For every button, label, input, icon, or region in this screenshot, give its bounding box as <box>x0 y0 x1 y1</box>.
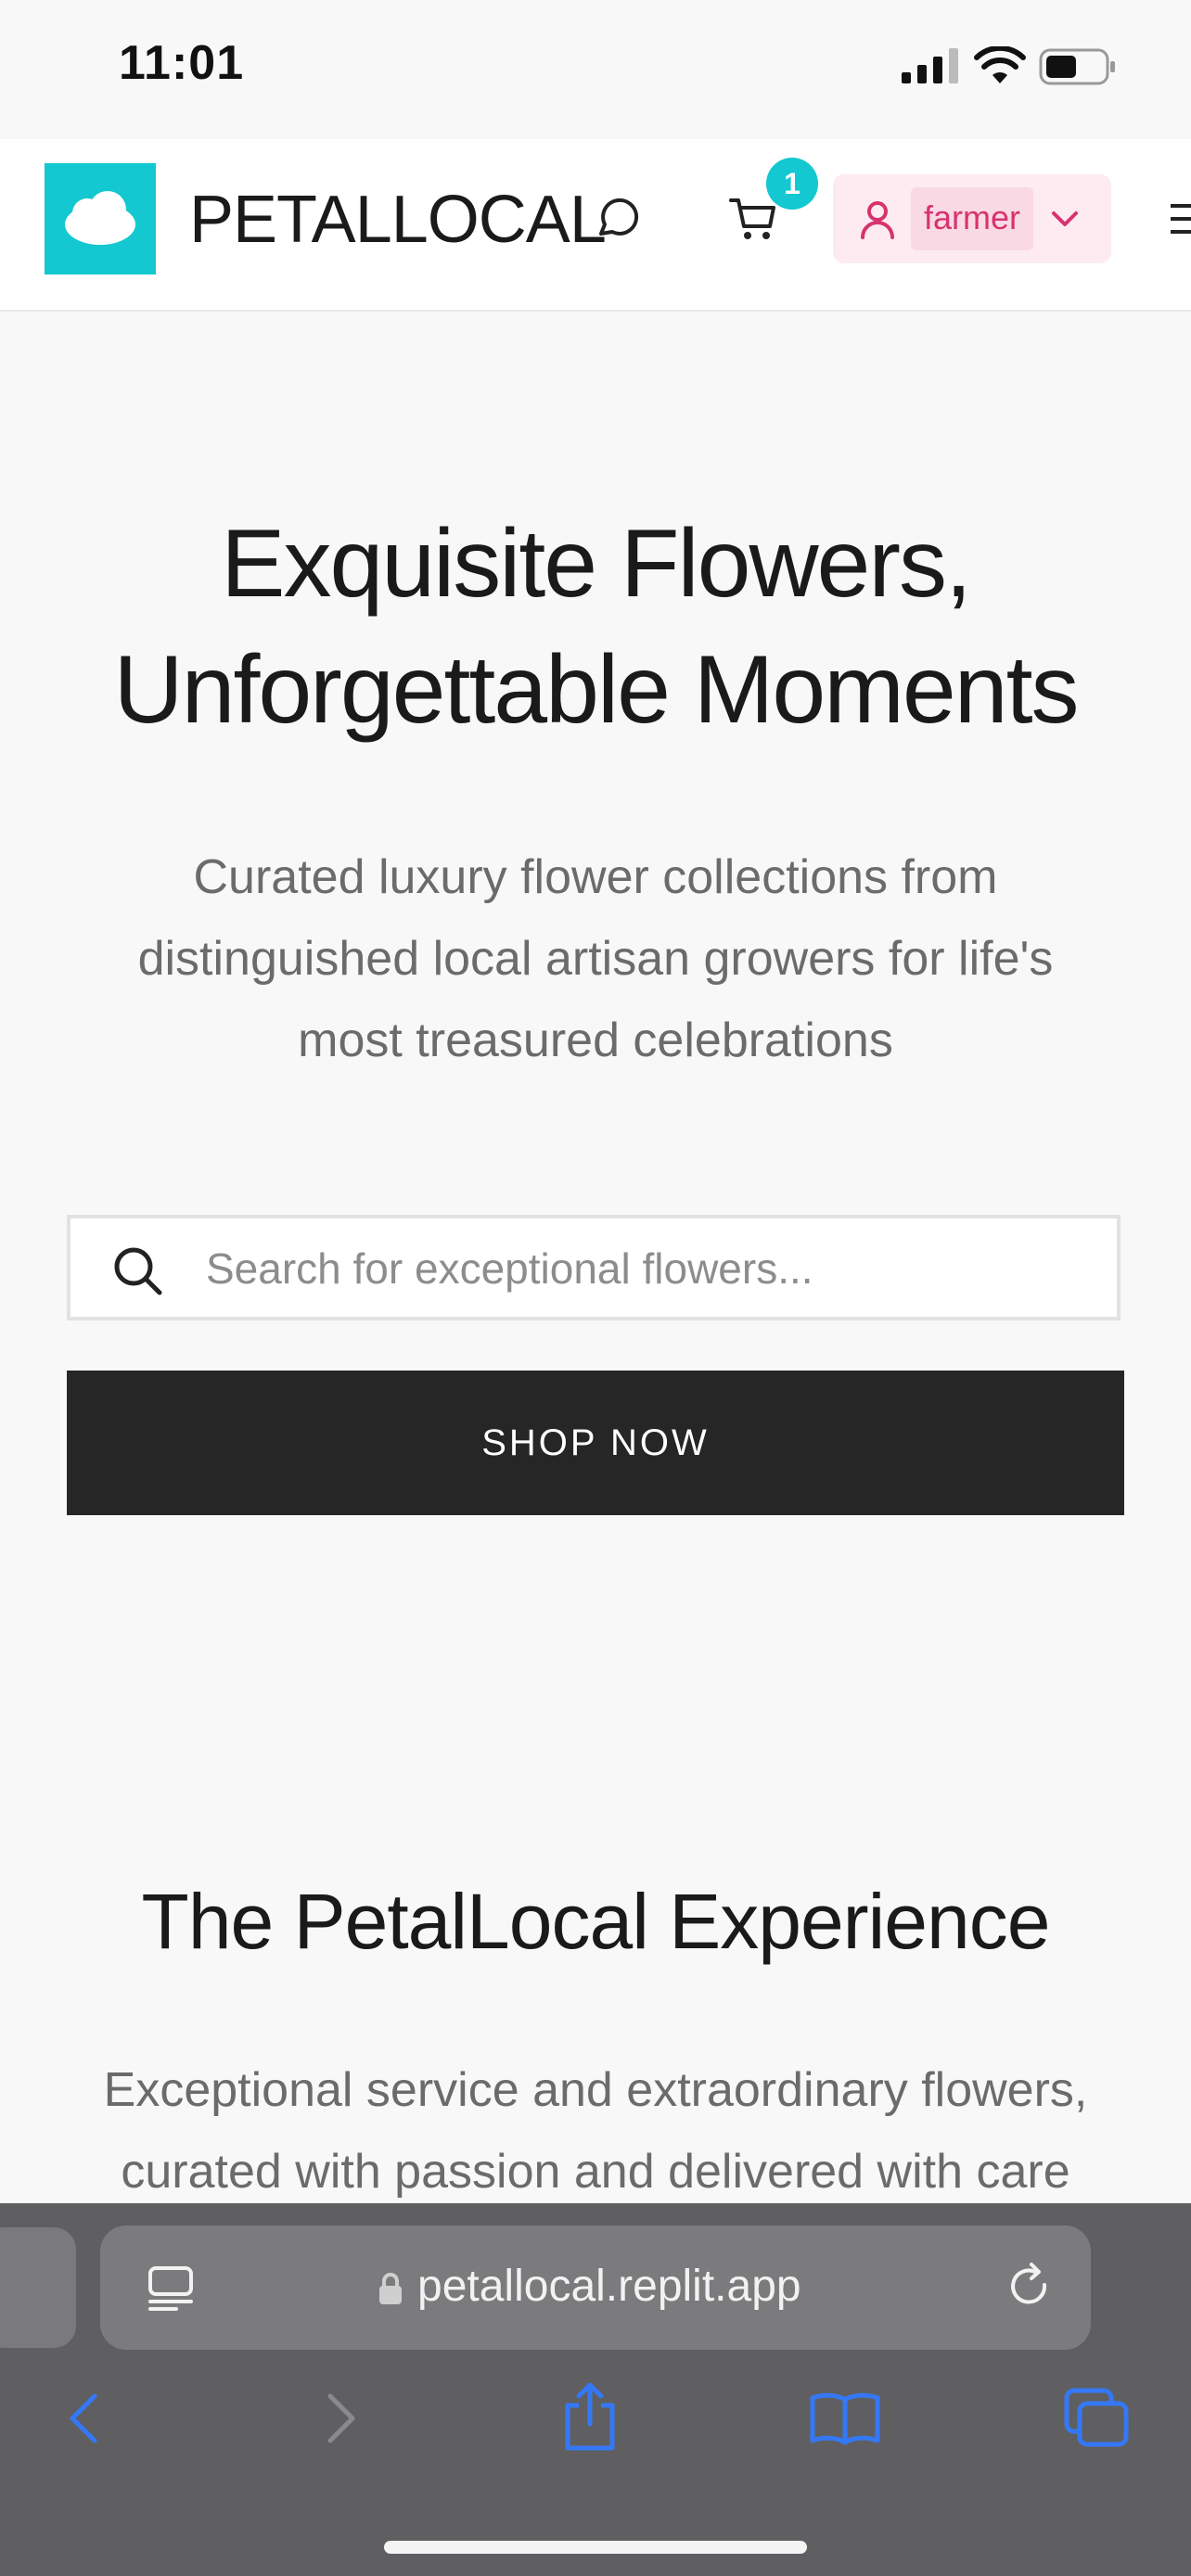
search-input[interactable] <box>204 1226 1098 1311</box>
wifi-icon <box>974 46 1026 83</box>
lock-icon <box>379 2273 402 2304</box>
bookmarks-icon[interactable] <box>809 2391 881 2446</box>
experience-title: The PetalLocal Experience <box>141 1878 1051 1965</box>
logo[interactable] <box>45 163 156 274</box>
hero-title: Exquisite Flowers, Unforgettable Moments <box>0 501 1191 753</box>
hero-subtitle: Curated luxury flower collections from d… <box>83 836 1108 1081</box>
cart-icon[interactable] <box>727 193 779 245</box>
chevron-down-icon[interactable] <box>1048 202 1082 236</box>
search-icon <box>114 1247 162 1295</box>
experience-subtitle-line: curated with passion and delivered with … <box>121 2145 1070 2199</box>
hero-title-line: Exquisite Flowers, <box>221 510 972 618</box>
user-icon <box>861 201 894 239</box>
reload-icon[interactable] <box>1004 2261 1056 2313</box>
status-time: 11:01 <box>119 36 245 90</box>
home-indicator <box>384 2541 807 2554</box>
reader-icon[interactable] <box>145 2263 197 2315</box>
hero-subtitle-line: distinguished local artisan growers for … <box>137 932 1054 986</box>
url-text[interactable]: petallocal.replit.app <box>417 2261 801 2312</box>
hero-subtitle-line: most treasured celebrations <box>298 1014 893 1067</box>
signal-icon <box>902 48 958 83</box>
previous-tab-preview[interactable] <box>0 2227 76 2348</box>
forward-icon[interactable] <box>321 2391 364 2446</box>
experience-subtitle: Exceptional service and extraordinary fl… <box>56 2049 1135 2213</box>
chat-icon[interactable] <box>594 195 642 243</box>
battery-icon <box>1039 48 1115 85</box>
tabs-icon[interactable] <box>1063 2387 1130 2448</box>
hero-title-line: Unforgettable Moments <box>113 636 1080 744</box>
share-icon[interactable] <box>560 2381 620 2452</box>
cloud-icon <box>65 191 135 245</box>
brand-name[interactable]: PETALLOCAL <box>189 182 607 258</box>
experience-subtitle-line: Exceptional service and extraordinary fl… <box>103 2063 1088 2117</box>
user-name[interactable]: farmer <box>911 198 1033 237</box>
menu-icon[interactable] <box>1171 198 1191 239</box>
shop-now-button[interactable]: SHOP NOW <box>67 1371 1124 1515</box>
back-icon[interactable] <box>61 2391 104 2446</box>
cart-count-badge: 1 <box>766 158 818 210</box>
hero-subtitle-line: Curated luxury flower collections from <box>193 850 998 904</box>
